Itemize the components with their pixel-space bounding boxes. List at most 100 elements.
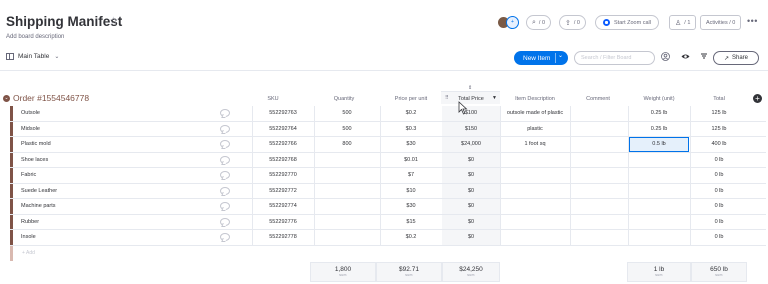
cell-total-price[interactable]: $0: [442, 183, 500, 198]
comment-bubble-icon[interactable]: [220, 202, 230, 210]
comment-bubble-icon[interactable]: [220, 171, 230, 179]
cell-total-price[interactable]: $0: [442, 152, 500, 167]
cell-total[interactable]: 125 lb: [690, 106, 748, 121]
cell-sku[interactable]: 552292764: [252, 122, 314, 137]
item-name[interactable]: Midsole: [21, 122, 211, 137]
new-item-button[interactable]: New Item ⌄: [514, 51, 568, 65]
cell-sku[interactable]: 552292763: [252, 106, 314, 121]
cell-comment[interactable]: [570, 106, 628, 121]
cell-comment[interactable]: [570, 184, 628, 199]
item-name[interactable]: Outsole: [21, 106, 211, 121]
cell-comment[interactable]: [570, 168, 628, 183]
cell-total-price[interactable]: $0: [442, 230, 500, 245]
cell-total-price[interactable]: $0: [442, 168, 500, 183]
group-collapse-icon[interactable]: ⌄: [3, 95, 10, 102]
board-title[interactable]: Shipping Manifest: [6, 14, 122, 29]
share-count-pill[interactable]: ⇪/ 0: [559, 14, 586, 31]
cell-item-description[interactable]: [500, 215, 570, 230]
star-icon[interactable]: ☆: [108, 14, 119, 28]
column-header-total[interactable]: Total: [698, 96, 740, 102]
group-title[interactable]: Order #1554546778: [13, 93, 89, 103]
activities-button[interactable]: Activities / 0: [700, 14, 742, 31]
cell-price-per-unit[interactable]: $7: [380, 168, 442, 183]
cell-weight[interactable]: 0.25 lb: [628, 122, 690, 137]
cell-weight[interactable]: [628, 168, 690, 183]
cell-weight[interactable]: [628, 184, 690, 199]
cell-quantity[interactable]: [314, 215, 380, 230]
cell-weight[interactable]: [628, 153, 690, 168]
cell-sku[interactable]: 552292766: [252, 137, 314, 152]
sort-icon[interactable]: ⇕: [468, 85, 472, 91]
more-menu-icon[interactable]: •••: [747, 16, 758, 26]
cell-sku[interactable]: 552292774: [252, 199, 314, 214]
cell-quantity[interactable]: 500: [314, 122, 380, 137]
comment-bubble-icon[interactable]: [220, 140, 230, 148]
cell-item-description[interactable]: [500, 184, 570, 199]
add-column-icon[interactable]: +: [753, 94, 762, 103]
column-header-item-description[interactable]: Item Description: [504, 96, 566, 102]
table-row[interactable]: Fabric 552292770 $7 $0 0 lb: [10, 168, 766, 184]
item-name[interactable]: Plastic mold: [21, 137, 211, 152]
cell-total[interactable]: 0 lb: [690, 199, 748, 214]
comment-bubble-icon[interactable]: [220, 109, 230, 117]
cell-weight[interactable]: [628, 230, 690, 245]
cell-total[interactable]: 0 lb: [690, 168, 748, 183]
activity-pill[interactable]: ⌕/ 0: [526, 14, 552, 31]
eye-icon[interactable]: [681, 52, 690, 63]
comment-bubble-icon[interactable]: [220, 233, 230, 241]
cell-item-description[interactable]: [500, 168, 570, 183]
cell-total[interactable]: 0 lb: [690, 230, 748, 245]
cell-price-per-unit[interactable]: $10: [380, 184, 442, 199]
cell-weight[interactable]: [628, 199, 690, 214]
comment-bubble-icon[interactable]: [220, 155, 230, 164]
column-header-total-price[interactable]: Total Price: [449, 96, 493, 102]
table-row[interactable]: Plastic mold 552292766 800 $30 $24,000 1 foot…: [10, 137, 766, 153]
cell-price-per-unit[interactable]: $0.2: [380, 230, 442, 245]
table-row[interactable]: Midsole 552292764 500 $0.3 $150 plastic 0.25 l…: [10, 121, 766, 137]
cell-comment[interactable]: [570, 199, 628, 214]
column-header-comment[interactable]: Comment: [575, 96, 621, 102]
table-row[interactable]: Outsole 552292763 500 $0.2 $100 outsole made …: [10, 106, 766, 122]
column-header-sku[interactable]: SKU: [252, 96, 294, 102]
cell-quantity[interactable]: [314, 184, 380, 199]
item-name[interactable]: Insole: [21, 230, 211, 245]
cell-comment[interactable]: [570, 230, 628, 245]
cell-item-description[interactable]: 1 foot sq: [500, 137, 570, 152]
comment-bubble-icon[interactable]: [220, 124, 230, 133]
add-item-row[interactable]: + Add: [10, 245, 766, 261]
table-row[interactable]: Suede Leather 552292772 $10 $0 0 lb: [10, 183, 766, 199]
cell-price-per-unit[interactable]: $30: [380, 199, 442, 214]
column-header-quantity[interactable]: Quantity: [323, 96, 365, 102]
table-row[interactable]: Shoe laces 552292768 $0.01 $0 0 lb: [10, 152, 766, 168]
search-filter-input[interactable]: Search / Filter Board: [574, 51, 655, 65]
view-tab-main-table[interactable]: Main Table ⌄: [6, 53, 59, 60]
cell-weight[interactable]: 0.25 lb: [628, 106, 690, 121]
cell-total[interactable]: 0 lb: [690, 215, 748, 230]
cell-sku[interactable]: 552292778: [252, 230, 314, 245]
board-members-avatars[interactable]: +: [497, 15, 521, 30]
item-name[interactable]: Rubber: [21, 215, 211, 230]
cell-quantity[interactable]: [314, 153, 380, 168]
cell-total-price[interactable]: $100: [442, 106, 500, 121]
chevron-down-icon[interactable]: ⌄: [558, 52, 563, 59]
table-row[interactable]: Insole 552292778 $0.2 $0 0 lb: [10, 230, 766, 246]
item-name[interactable]: Fabric: [21, 168, 211, 183]
cell-total[interactable]: 400 lb: [690, 137, 748, 152]
cell-item-description[interactable]: [500, 153, 570, 168]
cell-price-per-unit[interactable]: $30: [380, 137, 442, 152]
cell-sku[interactable]: 552292776: [252, 215, 314, 230]
cell-comment[interactable]: [570, 137, 628, 152]
cell-quantity[interactable]: 800: [314, 137, 380, 152]
cell-total[interactable]: 0 lb: [690, 184, 748, 199]
cell-item-description[interactable]: outsole made of plastic: [500, 106, 570, 121]
cell-total-price[interactable]: $0: [442, 214, 500, 229]
cell-item-description[interactable]: plastic: [500, 122, 570, 137]
cell-sku[interactable]: 552292768: [252, 153, 314, 168]
person-filter-icon[interactable]: [661, 52, 670, 63]
cell-quantity[interactable]: [314, 168, 380, 183]
cell-item-description[interactable]: [500, 199, 570, 214]
cell-price-per-unit[interactable]: $0.2: [380, 106, 442, 121]
cell-total[interactable]: 125 lb: [690, 122, 748, 137]
cell-comment[interactable]: [570, 122, 628, 137]
cell-sku[interactable]: 552292772: [252, 184, 314, 199]
